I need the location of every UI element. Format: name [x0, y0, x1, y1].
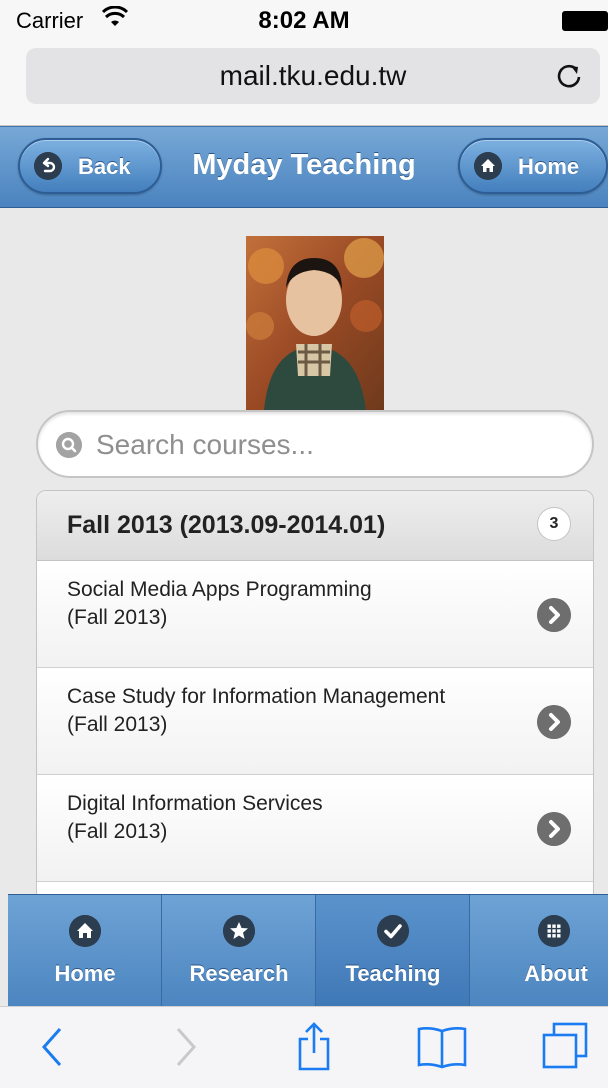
nav-home-label: Home: [54, 961, 116, 986]
content-area: Fall 2013 (2013.09-2014.01) 3 Social Med…: [0, 208, 608, 1006]
status-bar: Carrier 8:02 AM: [0, 0, 608, 40]
nav-about[interactable]: About: [470, 895, 608, 1007]
list-divider: Fall 2013 (2013.09-2014.01) 3: [37, 491, 593, 561]
list-item[interactable]: Social Media Apps Programming (Fall 2013…: [37, 562, 593, 668]
search-icon: [56, 432, 82, 458]
share-icon[interactable]: [296, 1021, 332, 1071]
nav-about-label: About: [524, 961, 588, 986]
bookmarks-icon[interactable]: [416, 1025, 468, 1069]
star-icon: [223, 915, 255, 947]
back-arrow-icon[interactable]: [38, 1025, 66, 1069]
course-title: Social Media Apps Programming: [67, 578, 372, 601]
grid-icon: [538, 915, 570, 947]
browser-toolbar: [0, 1006, 608, 1088]
home-icon: [474, 152, 502, 180]
home-label: Home: [518, 154, 580, 179]
count-badge: 3: [537, 507, 571, 541]
semester-label: Fall 2013 (2013.09-2014.01): [67, 511, 386, 539]
course-title: Digital Information Services: [67, 792, 323, 815]
forward-arrow-icon[interactable]: [172, 1025, 200, 1069]
nav-home[interactable]: Home: [8, 895, 162, 1007]
home-icon: [69, 915, 101, 947]
nav-research[interactable]: Research: [162, 895, 316, 1007]
nav-research-label: Research: [189, 961, 289, 986]
list-item[interactable]: Digital Information Services (Fall 2013): [37, 776, 593, 882]
search-input[interactable]: [96, 424, 576, 466]
chevron-right-icon: [537, 812, 571, 846]
home-button[interactable]: Home: [458, 138, 608, 194]
list-item[interactable]: Case Study for Information Management (F…: [37, 669, 593, 775]
reload-icon[interactable]: [554, 60, 584, 90]
chevron-right-icon: [537, 598, 571, 632]
course-term: (Fall 2013): [67, 820, 168, 843]
search-bar[interactable]: [36, 410, 594, 478]
clock: 8:02 AM: [258, 7, 350, 34]
battery-icon: [562, 11, 608, 31]
profile-photo: [246, 236, 384, 410]
bottom-navbar: Home Research Teaching About: [8, 894, 608, 1007]
tabs-icon[interactable]: [540, 1021, 590, 1071]
course-term: (Fall 2013): [67, 606, 168, 629]
url-text: mail.tku.edu.tw: [219, 60, 407, 91]
nav-teaching[interactable]: Teaching: [316, 895, 470, 1007]
check-icon: [377, 915, 409, 947]
browser-chrome: mail.tku.edu.tw: [0, 40, 608, 126]
address-bar[interactable]: mail.tku.edu.tw: [26, 48, 600, 104]
app-header: Back Myday Teaching Home: [0, 126, 608, 208]
chevron-right-icon: [537, 705, 571, 739]
course-term: (Fall 2013): [67, 713, 168, 736]
course-title: Case Study for Information Management: [67, 685, 446, 708]
nav-teaching-label: Teaching: [345, 961, 441, 986]
